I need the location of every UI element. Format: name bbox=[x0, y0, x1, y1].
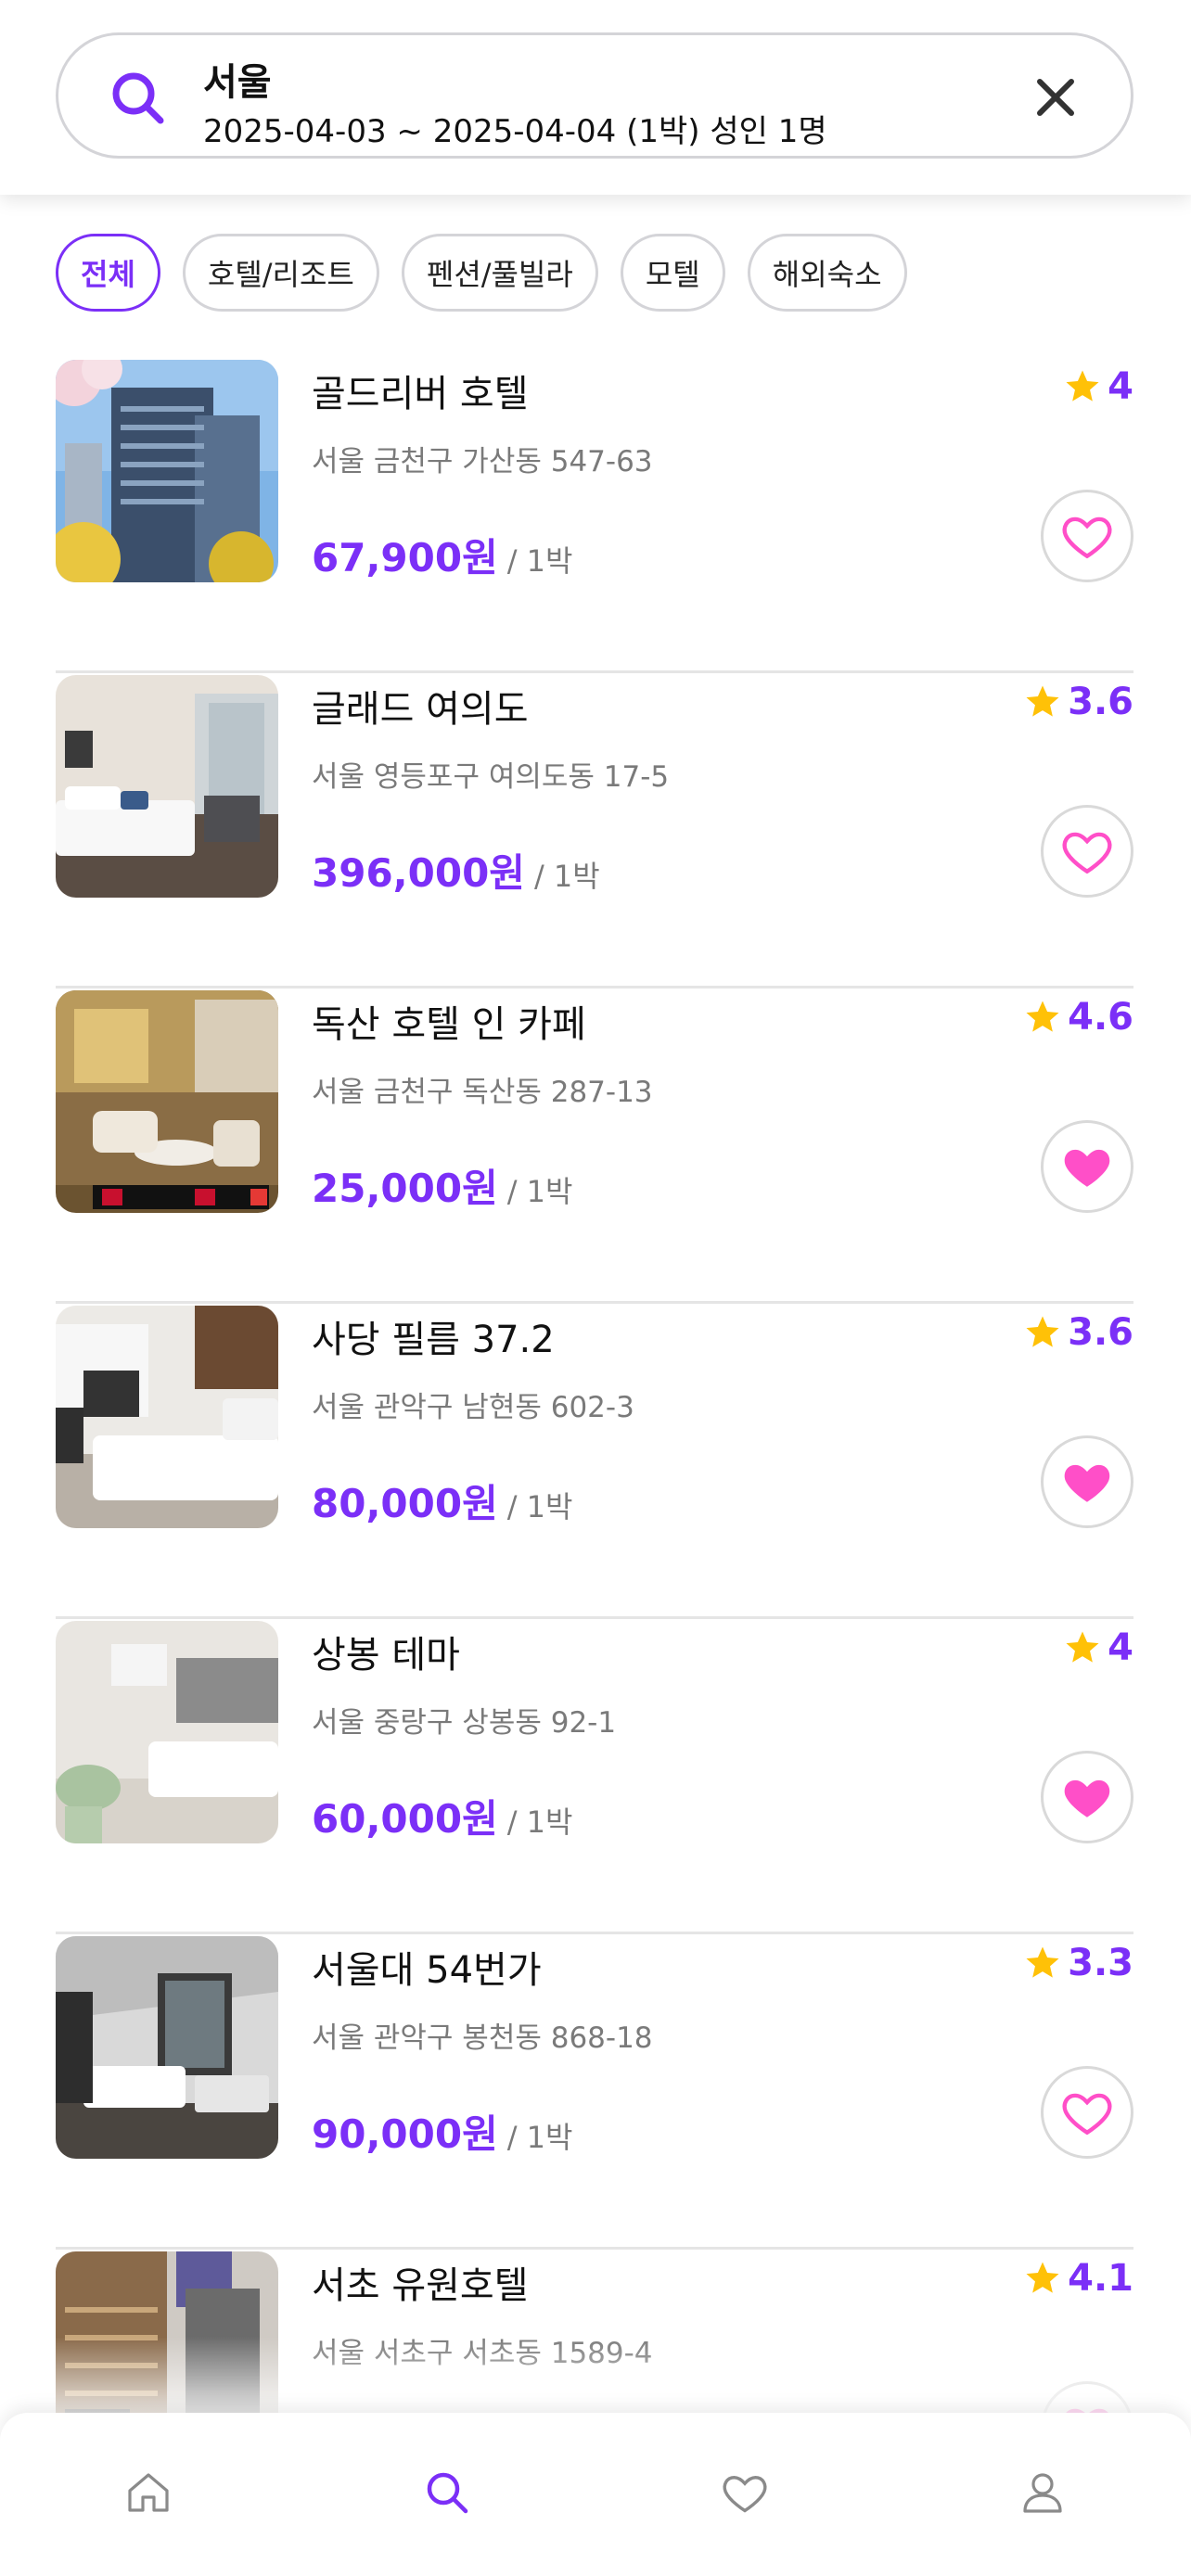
per-night-label: / 1박 bbox=[506, 1489, 573, 1524]
rating-value: 3.6 bbox=[1068, 1311, 1133, 1354]
rating: 3.3 bbox=[1023, 1942, 1133, 1984]
hotel-name: 독산 호텔 인 카페 bbox=[312, 1003, 586, 1046]
price-row: 25,000원/ 1박 bbox=[312, 1157, 572, 1214]
hotel-address: 서울 관악구 남현동 602-3 bbox=[312, 1391, 634, 1424]
filter-chip-motel[interactable]: 모텔 bbox=[620, 234, 725, 312]
filter-chip-all[interactable]: 전체 bbox=[56, 234, 160, 312]
hotel-photo bbox=[56, 1936, 278, 2159]
list-fade bbox=[0, 2337, 1191, 2420]
search-icon[interactable] bbox=[423, 2468, 471, 2517]
star-icon bbox=[1066, 370, 1099, 402]
rating-value: 3.6 bbox=[1068, 681, 1133, 723]
hotel-address: 서울 금천구 독산동 287-13 bbox=[312, 1076, 653, 1109]
hotel-name: 서울대 54번가 bbox=[312, 1949, 542, 1992]
heart-outline-icon bbox=[1062, 832, 1112, 874]
favorite-button[interactable] bbox=[1041, 490, 1133, 582]
price-row: 396,000원/ 1박 bbox=[312, 842, 600, 899]
star-icon bbox=[1026, 685, 1059, 717]
rating: 3.6 bbox=[1023, 1311, 1133, 1354]
hotel-card[interactable]: 사당 필름 37.2 서울 관악구 남현동 602-3 80,000원/ 1박 … bbox=[56, 1306, 1133, 1619]
filter-chip-pension-poolvilla[interactable]: 펜션/풀빌라 bbox=[401, 234, 598, 312]
hotel-price: 396,000원 bbox=[312, 850, 525, 896]
rating-value: 4.1 bbox=[1068, 2257, 1133, 2300]
hotel-photo bbox=[56, 675, 278, 898]
heart-filled-icon bbox=[1064, 1149, 1110, 1187]
per-night-label: / 1박 bbox=[533, 859, 600, 894]
star-icon bbox=[1066, 1631, 1099, 1663]
price-row: 67,900원/ 1박 bbox=[312, 527, 572, 583]
search-location: 서울 bbox=[203, 61, 272, 104]
heart-filled-icon bbox=[1064, 1464, 1110, 1502]
star-icon bbox=[1026, 1001, 1059, 1032]
hotel-photo bbox=[56, 1621, 278, 1843]
rating-value: 3.3 bbox=[1068, 1942, 1133, 1984]
hotel-name: 글래드 여의도 bbox=[312, 688, 529, 731]
search-header: 서울 2025-04-03 ~ 2025-04-04 (1박) 성인 1명 bbox=[0, 0, 1191, 195]
per-night-label: / 1박 bbox=[506, 1174, 573, 1209]
search-dates: 2025-04-03 ~ 2025-04-04 (1박) 성인 1명 bbox=[203, 113, 827, 150]
hotel-price: 67,900원 bbox=[312, 535, 498, 580]
hotel-address: 서울 중랑구 상봉동 92-1 bbox=[312, 1706, 617, 1740]
hotel-price: 60,000원 bbox=[312, 1796, 498, 1842]
per-night-label: / 1박 bbox=[506, 2120, 573, 2155]
rating-value: 4 bbox=[1108, 365, 1133, 408]
hotel-price: 80,000원 bbox=[312, 1481, 498, 1526]
heart-outline-icon bbox=[1062, 2093, 1112, 2136]
star-icon bbox=[1026, 1946, 1059, 1978]
per-night-label: / 1박 bbox=[506, 543, 573, 579]
rating: 4.1 bbox=[1023, 2257, 1133, 2300]
star-icon bbox=[1026, 1316, 1059, 1347]
favorite-button[interactable] bbox=[1041, 2066, 1133, 2159]
favorite-button[interactable] bbox=[1041, 1751, 1133, 1843]
hotel-name: 골드리버 호텔 bbox=[312, 373, 529, 415]
rating: 4 bbox=[1063, 365, 1133, 408]
hotel-photo bbox=[56, 360, 278, 582]
hotel-card[interactable]: 글래드 여의도 서울 영등포구 여의도동 17-5 396,000원/ 1박 3… bbox=[56, 675, 1133, 988]
filter-chip-overseas[interactable]: 해외숙소 bbox=[747, 234, 907, 312]
hotel-address: 서울 관악구 봉천동 868-18 bbox=[312, 2021, 653, 2055]
hotel-price: 90,000원 bbox=[312, 2111, 498, 2157]
rating: 4 bbox=[1063, 1626, 1133, 1669]
hotel-name: 상봉 테마 bbox=[312, 1634, 460, 1677]
rating: 4.6 bbox=[1023, 996, 1133, 1039]
bottom-navigation bbox=[0, 2413, 1191, 2576]
hotel-name: 서초 유원호텔 bbox=[312, 2264, 529, 2307]
category-filters: 전체 호텔/리조트 펜션/풀빌라 모텔 해외숙소 bbox=[56, 234, 907, 312]
close-icon[interactable] bbox=[1034, 76, 1077, 119]
heart-icon[interactable] bbox=[721, 2468, 769, 2517]
heart-filled-icon bbox=[1064, 1779, 1110, 1817]
heart-outline-icon bbox=[1062, 516, 1112, 559]
profile-icon[interactable] bbox=[1018, 2468, 1067, 2517]
hotel-photo bbox=[56, 990, 278, 1213]
hotel-card[interactable]: 상봉 테마 서울 중랑구 상봉동 92-1 60,000원/ 1박 4 bbox=[56, 1621, 1133, 1934]
hotel-card[interactable]: 독산 호텔 인 카페 서울 금천구 독산동 287-13 25,000원/ 1박… bbox=[56, 990, 1133, 1304]
rating-value: 4.6 bbox=[1068, 996, 1133, 1039]
per-night-label: / 1박 bbox=[506, 1804, 573, 1840]
rating-value: 4 bbox=[1108, 1626, 1133, 1669]
search-icon bbox=[112, 72, 164, 124]
price-row: 60,000원/ 1박 bbox=[312, 1788, 572, 1844]
hotel-list: 골드리버 호텔 서울 금천구 가산동 547-63 67,900원/ 1박 4 bbox=[56, 360, 1133, 2567]
hotel-photo bbox=[56, 1306, 278, 1528]
hotel-address: 서울 금천구 가산동 547-63 bbox=[312, 445, 653, 478]
hotel-price: 25,000원 bbox=[312, 1166, 498, 1211]
rating: 3.6 bbox=[1023, 681, 1133, 723]
favorite-button[interactable] bbox=[1041, 805, 1133, 898]
hotel-address: 서울 영등포구 여의도동 17-5 bbox=[312, 760, 670, 794]
hotel-name: 사당 필름 37.2 bbox=[312, 1319, 555, 1361]
star-icon bbox=[1026, 2262, 1059, 2293]
hotel-card[interactable]: 서울대 54번가 서울 관악구 봉천동 868-18 90,000원/ 1박 3… bbox=[56, 1936, 1133, 2250]
filter-chip-hotel-resort[interactable]: 호텔/리조트 bbox=[182, 234, 379, 312]
home-icon[interactable] bbox=[124, 2468, 173, 2517]
favorite-button[interactable] bbox=[1041, 1435, 1133, 1528]
search-bar[interactable]: 서울 2025-04-03 ~ 2025-04-04 (1박) 성인 1명 bbox=[56, 32, 1133, 159]
price-row: 80,000원/ 1박 bbox=[312, 1473, 572, 1529]
favorite-button[interactable] bbox=[1041, 1120, 1133, 1213]
hotel-card[interactable]: 골드리버 호텔 서울 금천구 가산동 547-63 67,900원/ 1박 4 bbox=[56, 360, 1133, 673]
price-row: 90,000원/ 1박 bbox=[312, 2103, 572, 2160]
